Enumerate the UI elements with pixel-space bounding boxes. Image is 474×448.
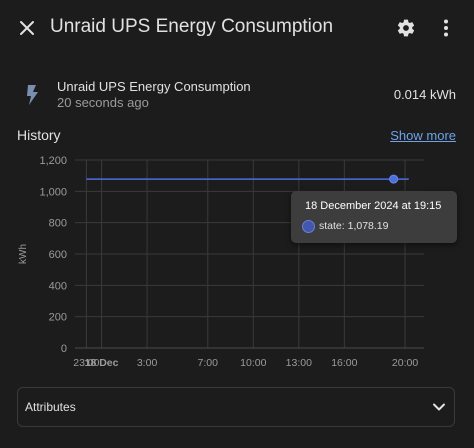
more-options-button[interactable] [434, 15, 458, 41]
x-tick-label: 3:00 [137, 357, 158, 369]
y-tick-label: 0 [61, 343, 67, 355]
entity-value: 0.014 kWh [393, 87, 456, 102]
y-tick-label: 600 [49, 249, 67, 261]
close-button[interactable] [12, 13, 42, 43]
y-axis-label: kWh [18, 244, 29, 264]
chart-tooltip: 18 December 2024 at 19:15 state: 1,078.1… [291, 191, 457, 243]
x-tick-label: 7:00 [198, 357, 219, 369]
x-tick-label: 16:00 [331, 357, 357, 369]
attributes-expander[interactable]: Attributes [17, 387, 455, 427]
tooltip-title: 18 December 2024 at 19:15 [305, 200, 442, 212]
entity-state-row[interactable]: Unraid UPS Energy Consumption 20 seconds… [0, 72, 474, 118]
entity-name: Unraid UPS Energy Consumption [57, 79, 251, 94]
lightning-bolt-icon [27, 85, 38, 105]
tooltip-value: state: 1,078.19 [319, 220, 389, 232]
y-tick-label: 200 [49, 312, 67, 324]
x-tick-label: 10:00 [240, 357, 266, 369]
entity-last-changed: 20 seconds ago [57, 95, 149, 110]
y-tick-label: 1,200 [39, 155, 67, 167]
chevron-down-icon [433, 403, 445, 411]
x-tick-label: 20:00 [392, 357, 418, 369]
x-tick-label: 13:00 [286, 357, 312, 369]
highlight-point [389, 174, 399, 184]
close-icon [20, 21, 34, 35]
x-tick-label: 18 Dec [85, 357, 119, 369]
gear-icon [397, 19, 415, 37]
y-tick-label: 800 [49, 218, 67, 230]
y-tick-label: 400 [49, 280, 67, 292]
y-tick-label: 1,000 [39, 186, 67, 198]
settings-button[interactable] [393, 15, 419, 41]
tooltip-series-swatch [302, 220, 315, 233]
history-chart[interactable]: 02004006008001,0001,200kWh23:0018 Dec 3:0… [0, 150, 474, 378]
dots-vertical-icon [444, 19, 448, 37]
dialog-header: Unraid UPS Energy Consumption [0, 0, 474, 58]
history-title: History [17, 127, 61, 143]
show-more-link[interactable]: Show more [390, 128, 456, 143]
attributes-label: Attributes [25, 400, 76, 414]
dialog-title: Unraid UPS Energy Consumption [50, 16, 334, 37]
